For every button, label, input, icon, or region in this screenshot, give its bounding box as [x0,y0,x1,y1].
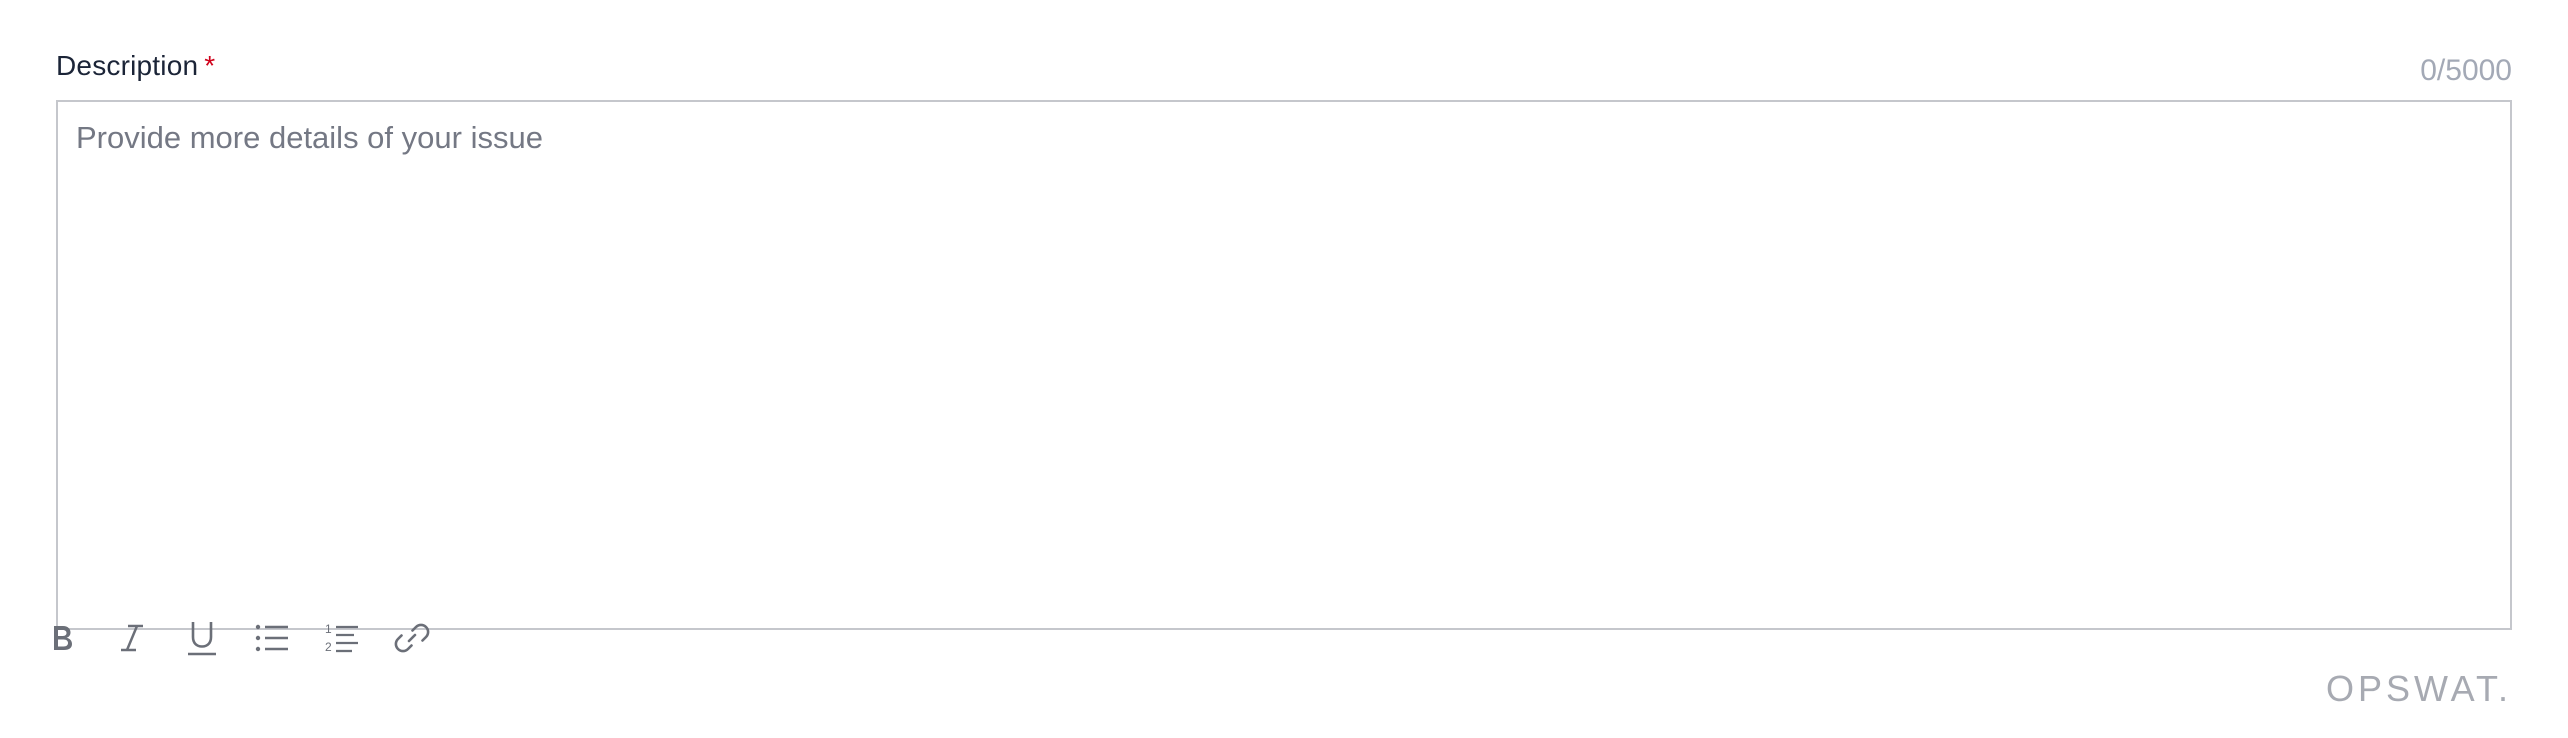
italic-button[interactable] [104,610,160,666]
numbered-list-icon: 1 2 [325,622,358,654]
bold-icon [54,626,72,650]
description-textarea[interactable]: Provide more details of your issue [56,100,2512,630]
svg-text:2: 2 [325,640,332,654]
required-asterisk: * [204,50,216,81]
link-button[interactable] [384,610,440,666]
description-label-row: Description * 0/5000 [56,44,2512,100]
italic-icon [121,624,143,652]
underline-button[interactable] [174,610,230,666]
opswat-logo: OPSWAT. [2325,668,2512,709]
bulleted-list-button[interactable] [244,610,300,666]
description-label-text: Description [56,50,199,81]
description-field: Description * 0/5000 Provide more details… [56,44,2512,630]
bold-button[interactable] [34,610,90,666]
formatting-toolbar: 1 2 [34,610,454,666]
underline-icon [188,622,216,656]
description-label: Description * [56,50,215,82]
bulleted-list-icon [255,624,288,652]
description-placeholder: Provide more details of your issue [76,120,543,155]
numbered-list-button[interactable]: 1 2 [314,610,370,666]
link-icon [394,623,430,653]
svg-text:1: 1 [325,622,332,636]
character-counter: 0/5000 [2420,54,2512,87]
